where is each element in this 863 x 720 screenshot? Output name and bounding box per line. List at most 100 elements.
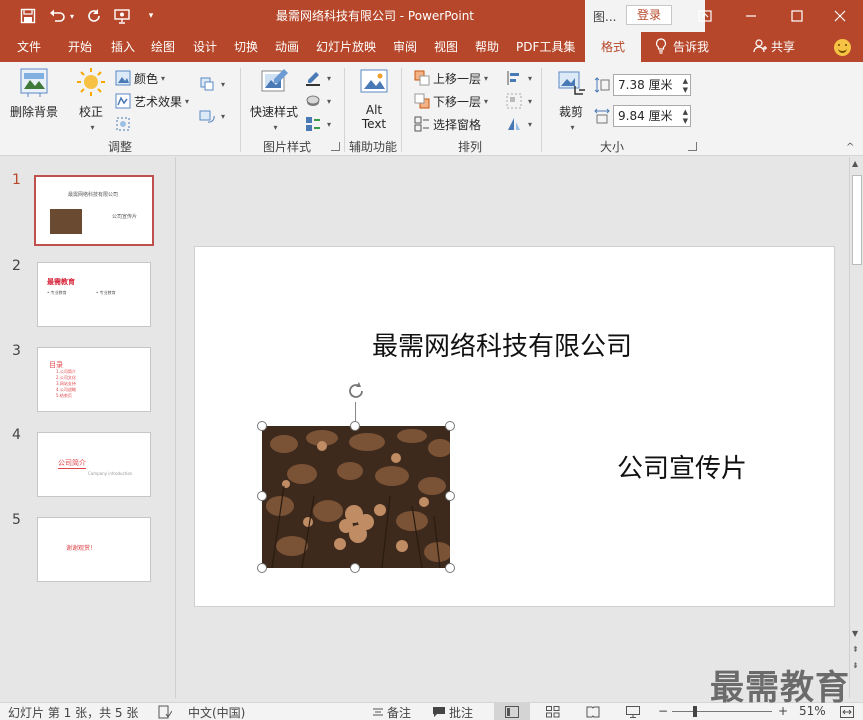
slide-thumbnail-5[interactable]: 谢谢观赏！ [37,517,151,582]
rotate-handle-icon[interactable] [345,380,367,402]
picture-effects-button[interactable]: ▾ [305,91,331,111]
accessibility-check-icon[interactable] [158,705,172,719]
slide-thumbnail-1[interactable]: 最需网络科技有限公司 公司宣传片 [34,175,154,246]
group-separator [401,68,402,152]
height-down-icon[interactable]: ▼ [683,86,688,94]
tab-insert[interactable]: 插入 [111,32,135,62]
tab-view[interactable]: 视图 [434,32,458,62]
share-button[interactable]: 共享 [753,32,795,62]
resize-handle-bottom-right[interactable] [445,563,455,573]
align-button[interactable]: ▾ [506,68,532,88]
resize-handle-bottom-left[interactable] [257,563,267,573]
rotate-button[interactable]: ▾ [506,114,532,134]
artistic-effects-button[interactable]: 艺术效果 ▾ [115,91,189,111]
crop-button[interactable]: 裁剪 ▾ [552,66,590,133]
scroll-up-icon[interactable]: ▲ [852,159,858,168]
slide-sorter-icon[interactable] [546,706,560,718]
resize-handle-left[interactable] [257,491,267,501]
width-field[interactable]: 9.84 厘米 ▲ ▼ [613,105,691,127]
ribbon-tabs: 文件 开始 插入 绘图 设计 切换 动画 幻灯片放映 审阅 视图 帮助 PDF工… [0,32,863,62]
resize-handle-top-left[interactable] [257,421,267,431]
language-status[interactable]: 中文(中国) [188,704,245,720]
tab-review[interactable]: 审阅 [393,32,417,62]
scroll-down-icon[interactable]: ▼ [852,629,858,638]
slide-thumbnail-2[interactable]: 最需教育 • 专业教育 • 专业教育 [37,262,151,327]
artistic-effects-label: 艺术效果 [134,94,183,109]
height-field[interactable]: 7.38 厘米 ▲ ▼ [613,74,691,96]
lightbulb-icon [655,38,667,54]
tab-format[interactable]: 格式 [585,32,641,62]
zoom-slider-track[interactable] [672,711,772,712]
color-button[interactable]: 颜色 ▾ [115,68,165,88]
tab-design[interactable]: 设计 [193,32,217,62]
selection-pane-icon [414,116,429,132]
slide-title-text[interactable]: 最需网络科技有限公司 [372,326,632,363]
quick-styles-button[interactable]: 快速样式 ▾ [248,66,300,133]
tab-animations[interactable]: 动画 [275,32,299,62]
previous-slide-icon[interactable]: ⇞ [852,645,859,654]
tab-help[interactable]: 帮助 [475,32,499,62]
collapse-ribbon-icon[interactable]: ^ [846,142,854,153]
remove-background-button[interactable]: 删除背景 [8,66,60,119]
vertical-scrollbar[interactable]: ▲ ▼ ⇞ ⇟ [849,157,863,698]
tab-file[interactable]: 文件 [17,32,41,62]
change-picture-button[interactable]: ▾ [199,106,225,126]
reading-view-icon[interactable] [586,706,600,718]
scroll-thumb[interactable] [852,175,862,265]
zoom-out-button[interactable]: − [658,704,668,718]
compress-pictures-button[interactable]: ▾ [199,74,225,94]
tell-me-search[interactable]: 告诉我 [655,32,709,62]
start-slideshow-icon[interactable] [109,0,137,32]
zoom-slider-thumb[interactable] [692,706,697,717]
feedback-smiley-icon[interactable] [834,39,851,56]
customize-qat-icon[interactable]: ▾ [137,0,165,32]
alt-text-button[interactable]: Alt Text [352,66,396,131]
redo-icon[interactable] [80,0,108,32]
resize-handle-top-right[interactable] [445,421,455,431]
send-backward-button[interactable]: 下移一层 ▾ [414,91,488,111]
slide-number: 1 [12,172,21,188]
group-objects-button[interactable]: ▾ [506,91,532,111]
resize-handle-bottom[interactable] [350,563,360,573]
remove-background-icon [20,68,48,97]
undo-dropdown-icon[interactable]: ▾ [66,0,78,32]
slide-thumbnail-3[interactable]: 目录 1.公司简介 2.公司文化 3.网站支持 4.公司战略 5.结束页 [37,347,151,412]
tab-transitions[interactable]: 切换 [234,32,258,62]
height-up-icon[interactable]: ▲ [683,77,688,85]
corrections-button[interactable]: 校正 ▾ [72,66,110,133]
width-down-icon[interactable]: ▼ [683,117,688,125]
color-label: 颜色 [134,71,159,86]
tab-draw[interactable]: 绘图 [151,32,175,62]
slide-picture[interactable] [262,426,450,568]
notes-button[interactable]: 备注 [372,704,411,720]
alt-text-label-line1: Alt [365,103,383,117]
slide-thumbnail-4[interactable]: 公司简介 Company introduction [37,432,151,497]
tab-slideshow[interactable]: 幻灯片放映 [316,32,376,62]
slide-subtitle-text[interactable]: 公司宣传片 [617,448,747,485]
transparency-button[interactable] [115,114,134,134]
tab-pdf-tools[interactable]: PDF工具集 [516,32,575,62]
bring-forward-button[interactable]: 上移一层 ▾ [414,68,488,88]
transparency-icon [116,117,130,131]
color-icon [115,70,131,86]
normal-view-button[interactable] [494,703,530,720]
tab-home[interactable]: 开始 [68,32,92,62]
group-icon [506,93,522,109]
picture-styles-launcher-icon[interactable] [331,142,340,151]
slideshow-view-icon[interactable] [626,706,640,718]
login-button[interactable]: 登录 [626,5,672,25]
comments-button[interactable]: 批注 [432,704,473,720]
ribbon-display-options-icon[interactable] [682,0,728,32]
width-up-icon[interactable]: ▲ [683,108,688,116]
selection-pane-button[interactable]: 选择窗格 [414,114,481,134]
resize-handle-right[interactable] [445,491,455,501]
minimize-icon[interactable] [728,0,774,32]
maximize-icon[interactable] [774,0,820,32]
picture-border-button[interactable]: ▾ [305,68,331,88]
save-icon[interactable] [14,0,42,32]
size-launcher-icon[interactable] [688,142,697,151]
close-icon[interactable] [817,0,863,32]
picture-layout-button[interactable]: ▾ [305,114,331,134]
resize-handle-top[interactable] [350,421,360,431]
next-slide-icon[interactable]: ⇟ [852,661,859,670]
